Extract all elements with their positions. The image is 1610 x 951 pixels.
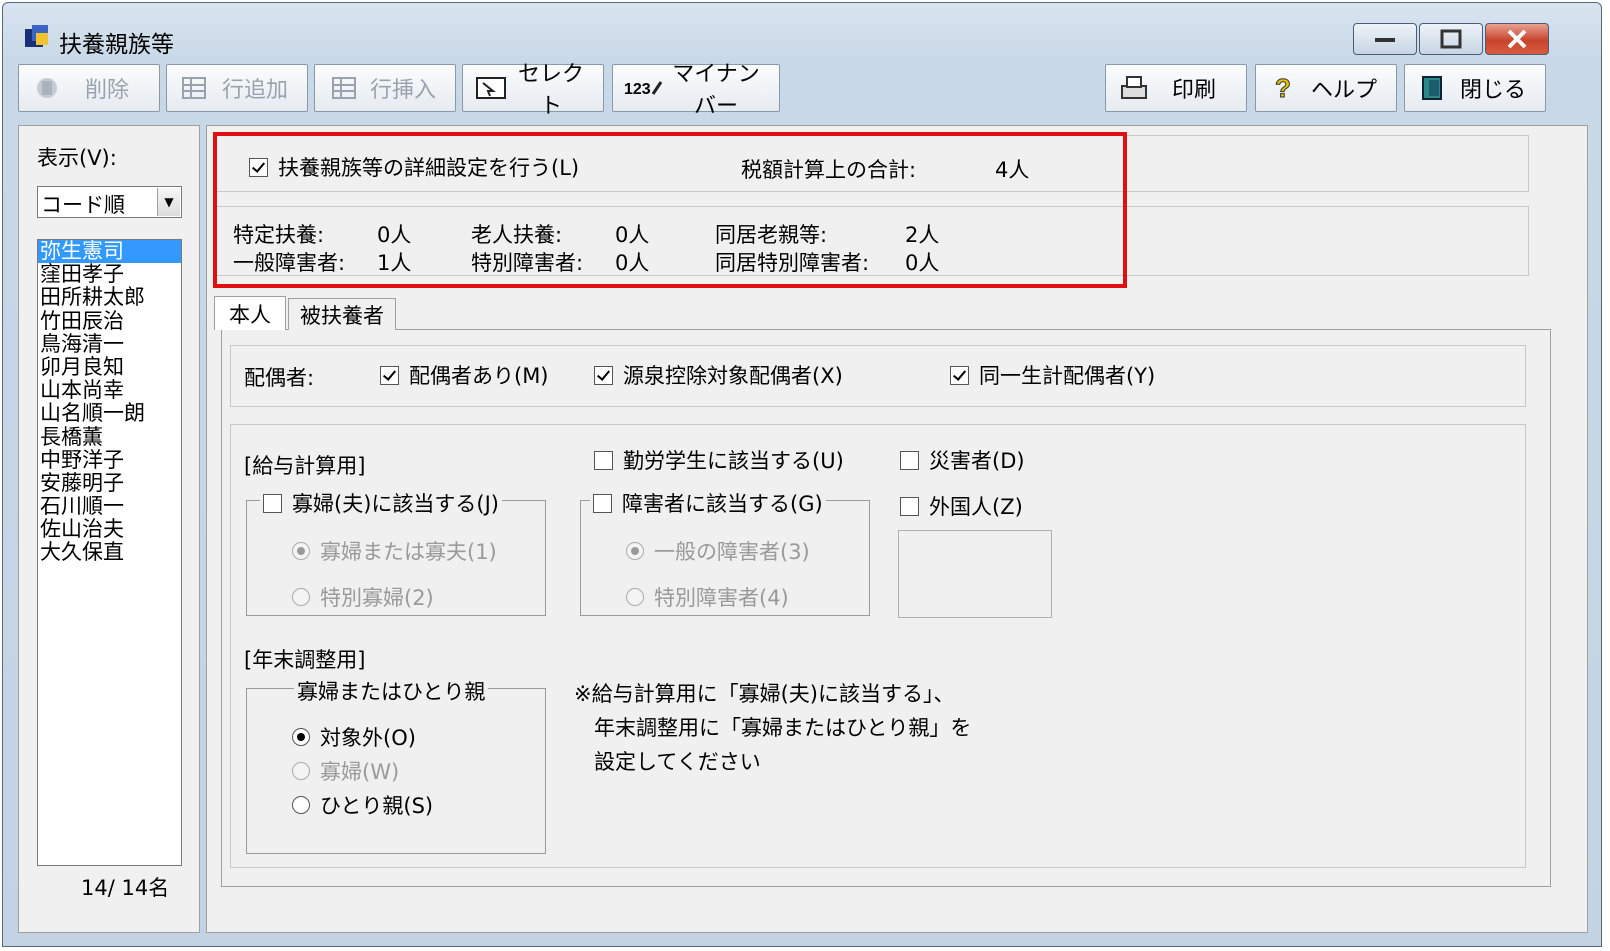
list-item[interactable]: 竹田辰治 bbox=[38, 309, 181, 333]
radio-unselected[interactable] bbox=[292, 762, 310, 780]
list-item[interactable]: 田所耕太郎 bbox=[38, 286, 181, 309]
close-button[interactable]: 閉じる bbox=[1404, 64, 1546, 112]
note-line-1: ※給与計算用に「寡婦(夫)に該当する」、 bbox=[574, 682, 955, 706]
printer-icon bbox=[1116, 73, 1152, 103]
withholding-spouse-checkbox[interactable]: 源泉控除対象配偶者(X) bbox=[594, 360, 843, 390]
add-row-button[interactable]: 行追加 bbox=[166, 64, 308, 112]
select-button[interactable]: セレクト bbox=[462, 62, 604, 119]
list-item[interactable]: 弥生憲司 bbox=[38, 240, 181, 264]
window-title: 扶養親族等 bbox=[59, 32, 174, 58]
checkbox-checked[interactable] bbox=[594, 365, 613, 385]
widow-option-1[interactable]: 寡婦または寡夫(1) bbox=[292, 536, 497, 566]
chevron-down-icon[interactable]: ▼ bbox=[157, 188, 180, 216]
disaster-victim-checkbox[interactable]: 災害者(D) bbox=[900, 445, 1025, 475]
list-item[interactable]: 卯月良知 bbox=[38, 355, 181, 379]
checkbox-unchecked[interactable] bbox=[593, 493, 612, 513]
list-item[interactable]: 佐山治夫 bbox=[38, 518, 181, 541]
list-item[interactable]: 窪田孝子 bbox=[38, 263, 181, 286]
employee-list[interactable]: 弥生憲司 窪田孝子 田所耕太郎 竹田辰治 鳥海清一 卯月良知 山本尚幸 山名順一朗 長橋薫 中野洋… bbox=[37, 239, 182, 866]
tab-self[interactable]: 本人 bbox=[214, 296, 286, 330]
radio-unselected[interactable] bbox=[626, 588, 644, 606]
table-add-icon bbox=[177, 73, 213, 103]
display-label: 表示(V): bbox=[37, 146, 117, 170]
my-number-icon: 123 bbox=[623, 73, 663, 103]
app-icon bbox=[23, 23, 51, 51]
radio-unselected[interactable] bbox=[292, 796, 310, 814]
list-item[interactable]: 大久保直 bbox=[38, 541, 181, 564]
list-item[interactable]: 安藤明子 bbox=[38, 471, 181, 495]
sort-order-select[interactable]: コード順 ▼ bbox=[37, 186, 182, 218]
minimize-icon bbox=[1375, 38, 1395, 42]
checkbox-unchecked[interactable] bbox=[594, 450, 613, 470]
widow-checkbox[interactable]: 寡婦(夫)に該当する(J) bbox=[260, 488, 502, 518]
disabled-option-4[interactable]: 特別障害者(4) bbox=[626, 582, 789, 612]
year-end-option-single-parent[interactable]: ひとり親(S) bbox=[292, 790, 433, 820]
svg-text:123: 123 bbox=[624, 81, 651, 98]
my-number-button[interactable]: 123 マイナンバー bbox=[612, 62, 780, 119]
radio-selected[interactable] bbox=[292, 728, 310, 746]
note-line-2: 年末調整用に「寡婦またはひとり親」を bbox=[594, 716, 972, 740]
has-spouse-checkbox[interactable]: 配偶者あり(M) bbox=[380, 360, 549, 390]
list-item[interactable]: 石川順一 bbox=[38, 494, 181, 518]
close-window-button[interactable] bbox=[1485, 23, 1549, 55]
help-button[interactable]: ? ヘルプ bbox=[1255, 64, 1397, 112]
year-end-option-widow[interactable]: 寡婦(W) bbox=[292, 756, 399, 786]
spouse-label: 配偶者: bbox=[244, 366, 315, 390]
list-item[interactable]: 山名順一朗 bbox=[38, 402, 181, 425]
disabled-option-3[interactable]: 一般の障害者(3) bbox=[626, 536, 810, 566]
radio-unselected[interactable] bbox=[292, 588, 310, 606]
radio-selected[interactable] bbox=[292, 542, 310, 560]
self-tab-panel: 配偶者: 配偶者あり(M) 源泉控除対象配偶者(X) 同一生計配偶者(Y) [給… bbox=[221, 329, 1551, 887]
list-item[interactable]: 鳥海清一 bbox=[38, 332, 181, 356]
radio-selected[interactable] bbox=[626, 542, 644, 560]
employee-count: 14/ 14名 bbox=[81, 876, 170, 900]
table-insert-icon bbox=[325, 73, 361, 103]
maximize-button[interactable] bbox=[1419, 23, 1483, 55]
delete-button[interactable]: 削除 bbox=[18, 64, 160, 112]
svg-text:?: ? bbox=[1275, 73, 1291, 103]
close-icon bbox=[1507, 29, 1527, 49]
minimize-button[interactable] bbox=[1353, 23, 1417, 55]
empty-placeholder-box bbox=[898, 530, 1052, 618]
select-icon bbox=[473, 73, 509, 103]
working-student-checkbox[interactable]: 勤労学生に該当する(U) bbox=[594, 445, 844, 475]
checkbox-unchecked[interactable] bbox=[900, 496, 919, 516]
single-parent-group-label: 寡婦またはひとり親 bbox=[294, 676, 489, 706]
employee-panel: 表示(V): コード順 ▼ 弥生憲司 窪田孝子 田所耕太郎 竹田辰治 鳥海清一 卯月良知山… bbox=[18, 125, 200, 933]
list-item[interactable]: 中野洋子 bbox=[38, 448, 181, 472]
title-bar[interactable]: 扶養親族等 bbox=[3, 3, 1601, 63]
checkbox-unchecked[interactable] bbox=[900, 450, 919, 470]
list-item[interactable]: 山本尚幸 bbox=[38, 379, 181, 402]
payroll-section-label: [給与計算用] bbox=[244, 454, 366, 478]
checkbox-unchecked[interactable] bbox=[263, 493, 282, 513]
year-end-section-label: [年末調整用] bbox=[244, 648, 366, 672]
tab-dependents[interactable]: 被扶養者 bbox=[288, 298, 396, 330]
maximize-icon bbox=[1440, 29, 1462, 49]
help-icon: ? bbox=[1266, 73, 1302, 103]
year-end-option-none[interactable]: 対象外(O) bbox=[292, 722, 416, 752]
disabled-person-checkbox[interactable]: 障害者に該当する(G) bbox=[590, 488, 826, 518]
eraser-icon bbox=[29, 73, 65, 103]
print-button[interactable]: 印刷 bbox=[1105, 64, 1247, 112]
checkbox-checked[interactable] bbox=[380, 365, 399, 385]
highlight-box bbox=[213, 132, 1127, 288]
list-item[interactable]: 長橋薫 bbox=[38, 425, 181, 449]
widow-option-2[interactable]: 特別寡婦(2) bbox=[292, 582, 434, 612]
checkbox-checked[interactable] bbox=[950, 365, 969, 385]
exit-door-icon bbox=[1415, 73, 1451, 103]
foreigner-checkbox[interactable]: 外国人(Z) bbox=[900, 491, 1023, 521]
same-household-spouse-checkbox[interactable]: 同一生計配偶者(Y) bbox=[950, 360, 1155, 390]
insert-row-button[interactable]: 行挿入 bbox=[314, 64, 456, 112]
note-line-3: 設定してください bbox=[594, 750, 761, 774]
